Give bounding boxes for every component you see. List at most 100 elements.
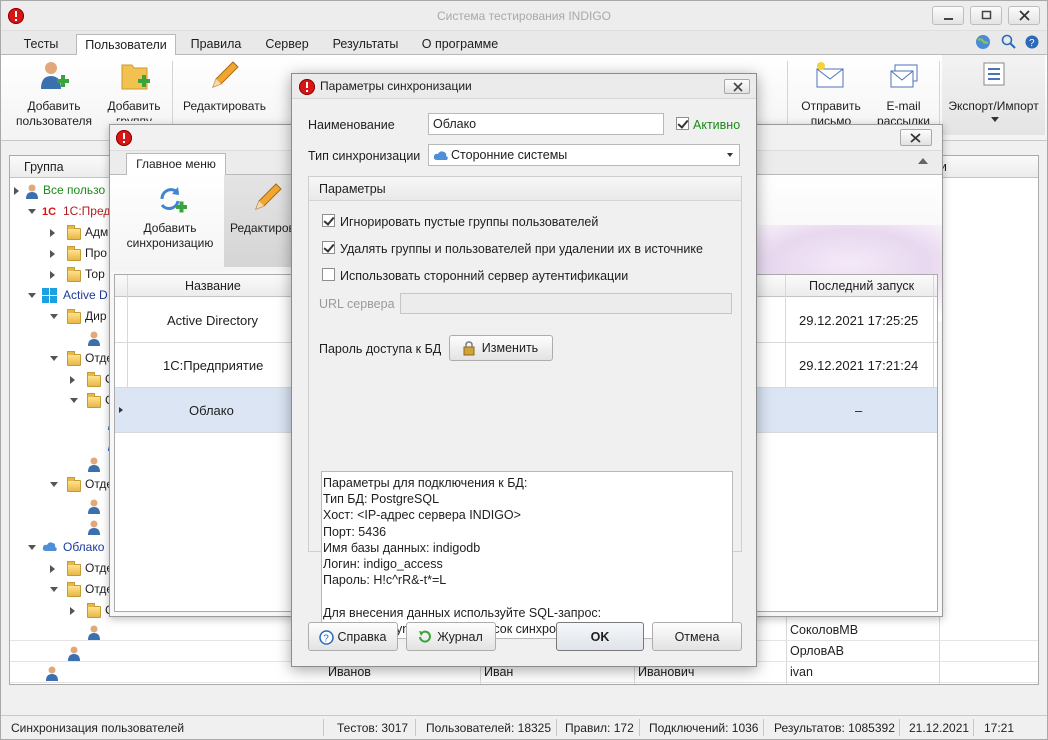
sync-parameters-dialog: Параметры синхронизации Наименование Обл… xyxy=(291,73,757,667)
export-import-button[interactable]: Экспорт/Импорт xyxy=(942,55,1045,135)
main-window: Система тестирования INDIGO Тесты Пользо… xyxy=(0,0,1048,740)
letter-icon xyxy=(816,62,844,88)
column-header-name[interactable]: Название xyxy=(185,279,241,293)
expand-icon[interactable] xyxy=(50,271,55,279)
status-connections: Подключений: 1036 xyxy=(649,721,759,735)
last-name-cell: Иванов xyxy=(328,665,371,679)
expand-icon[interactable] xyxy=(50,229,55,237)
row-pointer-icon xyxy=(119,407,123,413)
collapse-icon[interactable] xyxy=(50,314,58,319)
active-label: Активно xyxy=(693,118,741,132)
sync-name-cell: Active Directory xyxy=(167,313,259,328)
user-icon xyxy=(88,457,100,472)
tab-tests[interactable]: Тесты xyxy=(11,34,71,55)
dialog-close-button[interactable] xyxy=(724,79,750,94)
ribbon-separator xyxy=(172,61,173,129)
cancel-button[interactable]: Отмена xyxy=(652,622,742,651)
login-cell: ОрловАВ xyxy=(790,644,844,658)
pencil-icon xyxy=(212,61,239,88)
tree-node-label: Облако xyxy=(63,540,105,554)
user-icon xyxy=(88,331,100,346)
folder-icon xyxy=(66,477,82,493)
svg-text:1C: 1C xyxy=(42,206,56,218)
collapse-icon[interactable] xyxy=(70,398,78,403)
tab-server[interactable]: Сервер xyxy=(256,34,318,55)
sync-last-run-cell: 29.12.2021 17:21:24 xyxy=(799,358,919,373)
column-header-group[interactable]: Группа xyxy=(24,160,64,174)
sync-edit-button[interactable]: Редактиров xyxy=(224,175,296,267)
login-cell: СоколовМВ xyxy=(790,623,859,637)
lock-icon xyxy=(463,341,475,356)
add-group-button[interactable]: Добавить группу xyxy=(99,55,169,121)
server-url-input[interactable] xyxy=(400,293,732,314)
sync-name-cell: 1С:Предприятие xyxy=(163,358,264,373)
minimize-button[interactable] xyxy=(932,6,964,25)
expand-icon[interactable] xyxy=(70,607,75,615)
ok-button[interactable]: OK xyxy=(556,622,644,651)
user-icon xyxy=(26,184,38,199)
folder-icon xyxy=(66,582,82,598)
collapse-icon[interactable] xyxy=(28,545,36,550)
external-auth-label: Использовать сторонний сервер аутентифик… xyxy=(340,269,629,283)
collapse-icon[interactable] xyxy=(50,482,58,487)
folder-icon xyxy=(66,267,82,283)
close-button[interactable] xyxy=(1008,6,1040,25)
first-name-cell: Иван xyxy=(484,665,514,679)
tab-rules[interactable]: Правила xyxy=(181,34,251,55)
help-icon[interactable]: ? xyxy=(1025,35,1039,49)
delete-groups-checkbox[interactable] xyxy=(322,241,335,254)
expand-icon[interactable] xyxy=(14,187,19,195)
status-results: Результатов: 1085392 xyxy=(774,721,895,735)
collapse-icon[interactable] xyxy=(28,293,36,298)
add-sync-button[interactable]: Добавить синхронизацию xyxy=(118,175,222,255)
svg-text:?: ? xyxy=(323,634,329,645)
cloud-icon xyxy=(433,151,448,160)
folder-icon xyxy=(66,225,82,241)
tab-users[interactable]: Пользователи xyxy=(76,34,176,56)
sync-type-value: Сторонние системы xyxy=(451,148,568,162)
globe-icon[interactable] xyxy=(975,34,991,50)
ignore-empty-groups-checkbox[interactable] xyxy=(322,214,335,227)
edit-button[interactable]: Редактировать xyxy=(177,55,272,135)
sync-window-close-button[interactable] xyxy=(900,129,932,146)
add-user-button[interactable]: Добавить пользователя xyxy=(9,55,99,135)
tree-node-label: Про xyxy=(85,246,107,260)
cloud-icon xyxy=(42,540,58,556)
name-label: Наименование xyxy=(308,118,395,132)
collapse-icon[interactable] xyxy=(50,587,58,592)
send-letter-button[interactable]: Отправить письмо xyxy=(791,55,871,125)
ignore-empty-groups-label: Игнорировать пустые группы пользователей xyxy=(340,215,599,229)
chevron-up-icon[interactable] xyxy=(918,158,928,164)
main-tabs: Тесты Пользователи Правила Сервер Резуль… xyxy=(1,31,1047,56)
change-password-button[interactable]: Изменить xyxy=(449,335,553,361)
expand-icon[interactable] xyxy=(70,376,75,384)
dialog-title-bar: Параметры синхронизации xyxy=(292,74,756,99)
tab-main-menu[interactable]: Главное меню xyxy=(126,153,226,175)
zoom-icon[interactable] xyxy=(1001,34,1017,50)
indigo-logo-icon xyxy=(116,130,132,146)
collapse-icon[interactable] xyxy=(28,209,36,214)
tree-node-label: Дир xyxy=(85,309,107,323)
maximize-button[interactable] xyxy=(970,6,1002,25)
add-user-icon xyxy=(41,62,69,89)
status-label: Синхронизация пользователей xyxy=(11,721,185,735)
db-connection-info[interactable]: Параметры для подключения к БД: Тип БД: … xyxy=(321,471,733,639)
mailing-icon xyxy=(890,64,918,88)
expand-icon[interactable] xyxy=(50,250,55,258)
tree-node-label: Active D xyxy=(63,288,108,302)
active-checkbox[interactable] xyxy=(676,117,689,130)
user-icon xyxy=(88,499,100,514)
name-input[interactable]: Облако xyxy=(428,113,664,135)
journal-button[interactable]: Журнал xyxy=(406,622,496,651)
help-button[interactable]: ? Справка xyxy=(308,622,398,651)
tree-node-label: 1С:Пред xyxy=(63,204,111,218)
tab-results[interactable]: Результаты xyxy=(323,34,408,55)
email-mailing-button[interactable]: E-mail рассылки xyxy=(871,55,936,125)
tree-node-label: Все пользо xyxy=(43,183,106,197)
column-header-last-run[interactable]: Последний запуск xyxy=(809,279,914,293)
expand-icon[interactable] xyxy=(50,565,55,573)
external-auth-checkbox[interactable] xyxy=(322,268,335,281)
tab-about[interactable]: О программе xyxy=(413,34,507,55)
collapse-icon[interactable] xyxy=(50,356,58,361)
sync-type-select[interactable]: Сторонние системы xyxy=(428,144,740,166)
